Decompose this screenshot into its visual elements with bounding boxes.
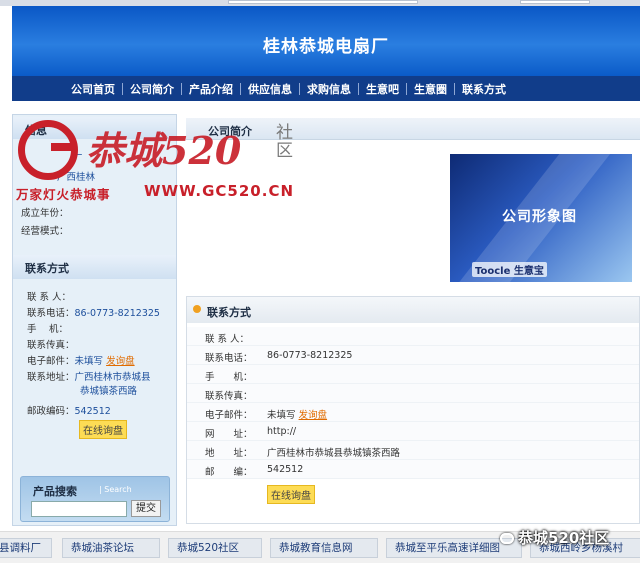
- watermark-community: 社区: [276, 123, 293, 161]
- company-image-text: 公司形象图: [502, 209, 577, 225]
- contact-panel: 联系方式 联 系 人： 联系电话： 86-0773-8212325 手 机： 联系…: [186, 296, 640, 524]
- nav-business-bar[interactable]: 生意吧: [359, 81, 406, 97]
- bottom-link[interactable]: 恭城520社区: [168, 538, 262, 558]
- wechat-icon: [500, 533, 514, 544]
- sidebar-contact-address-line2: 恭城镇茶西路: [80, 386, 138, 397]
- send-inquiry-link[interactable]: 发询盘: [106, 356, 135, 367]
- nav-about[interactable]: 公司简介: [123, 81, 181, 97]
- watermark-slogan: 万家灯火恭城事: [16, 187, 111, 202]
- product-search-subtitle: | Search: [99, 485, 132, 494]
- contact-row-mobile: 手 机：: [187, 365, 639, 384]
- wechat-watermark: 恭城520社区: [500, 527, 609, 548]
- contact-row-person: 联 系 人：: [187, 327, 639, 346]
- online-inquiry-button[interactable]: 在线询盘: [267, 485, 315, 504]
- watermark-url: WWW.GC520.CN: [144, 182, 295, 200]
- contact-panel-header: 联系方式: [187, 297, 639, 323]
- sidebar-contact-person: 联 系 人：: [27, 292, 72, 303]
- bottom-link[interactable]: 恭城教育信息网: [270, 538, 378, 558]
- nav-supply[interactable]: 供应信息: [241, 81, 299, 97]
- company-name: 桂林恭城电扇厂: [263, 37, 389, 57]
- contact-row-address: 地 址： 广西桂林市恭城县恭城镇茶西路: [187, 441, 639, 460]
- contact-row-website: 网 址： http://: [187, 422, 639, 441]
- product-search-submit-button[interactable]: 提交: [131, 500, 161, 517]
- sidebar-contact-address: 联系地址：广西桂林市恭城县: [27, 372, 151, 383]
- bullet-icon: [193, 305, 201, 313]
- bottom-link[interactable]: 恭城油茶论坛: [62, 538, 160, 558]
- nav-business-circle[interactable]: 生意圈: [407, 81, 454, 97]
- contact-row-fax: 联系传真：: [187, 384, 639, 403]
- gc-logo-icon: [18, 120, 78, 180]
- nav-contact[interactable]: 联系方式: [455, 81, 513, 97]
- business-model-label: 经营模式：: [21, 226, 69, 237]
- top-search-field[interactable]: [228, 0, 418, 4]
- company-image-banner: 公司形象图 Toocle 生意宝: [450, 154, 632, 282]
- sidebar-contact-zip: 邮政编码：542512: [27, 406, 111, 417]
- founded-year-label: 成立年份：: [21, 208, 69, 219]
- product-search-title: 产品搜索: [33, 485, 77, 498]
- top-search-field-secondary[interactable]: [520, 0, 590, 4]
- toocle-logo: Toocle 生意宝: [472, 262, 547, 277]
- sidebar-contact-mobile: 手 机：: [27, 324, 69, 335]
- sidebar-contact-email: 电子邮件：未填写 发询盘: [27, 356, 135, 367]
- site-watermark: 恭城520 社区 万家灯火恭城事 WWW.GC520.CN: [12, 114, 312, 206]
- sidebar-contact-phone: 联系电话：86-0773-8212325: [27, 308, 160, 319]
- product-search-panel: 产品搜索 | Search 提交: [20, 476, 170, 522]
- sidebar-online-inquiry-button[interactable]: 在线询盘: [79, 420, 127, 439]
- contact-row-phone: 联系电话： 86-0773-8212325: [187, 346, 639, 365]
- contact-row-email: 电子邮件： 未填写 发询盘: [187, 403, 639, 422]
- contact-panel-title: 联系方式: [207, 306, 251, 319]
- nav-products[interactable]: 产品介绍: [182, 81, 240, 97]
- nav-purchase[interactable]: 求购信息: [300, 81, 358, 97]
- sidebar-contact-header: 联系方式: [13, 255, 176, 279]
- header-banner: 桂林恭城电扇厂: [12, 6, 640, 76]
- bottom-link[interactable]: 县调料厂: [0, 538, 52, 558]
- nav-home[interactable]: 公司首页: [64, 81, 122, 97]
- website-link[interactable]: http://: [267, 426, 296, 437]
- main-nav: 公司首页 公司简介 产品介绍 供应信息 求购信息 生意吧 生意圈 联系方式: [12, 76, 640, 101]
- product-search-input[interactable]: [31, 501, 127, 517]
- contact-row-zip: 邮 编： 542512: [187, 460, 639, 479]
- watermark-brand: 恭城520: [86, 128, 242, 173]
- sidebar-contact-fax: 联系传真：: [27, 340, 75, 351]
- send-inquiry-link[interactable]: 发询盘: [299, 410, 328, 421]
